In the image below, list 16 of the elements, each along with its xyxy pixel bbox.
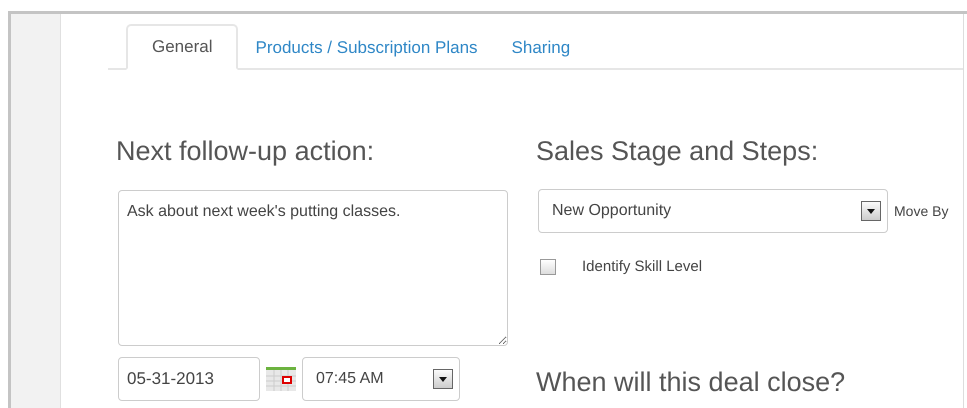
stage-select[interactable]: New Opportunity <box>538 189 888 233</box>
section-heading: Next follow-up action: <box>116 136 376 168</box>
date-field[interactable]: 05-31-2013 <box>118 357 260 401</box>
checkbox-label: Identify Skill Level <box>582 258 702 275</box>
caret-icon[interactable] <box>867 208 875 214</box>
calendar-icon[interactable] <box>266 367 296 391</box>
section-heading: When will this deal close? <box>536 367 846 399</box>
time-select[interactable]: 07:45 AM <box>302 357 460 401</box>
tab[interactable]: General <box>126 24 238 70</box>
caret-icon[interactable] <box>439 376 447 382</box>
checkbox[interactable] <box>540 258 556 274</box>
section-heading: Sales Stage and Steps: <box>536 136 820 168</box>
move-by-label: Move By <box>894 203 948 219</box>
follow-up-textarea[interactable]: Ask about next week's putting classes. <box>118 190 508 346</box>
tab[interactable]: Sharing <box>494 26 588 70</box>
tab[interactable]: Products / Subscription Plans <box>238 26 495 70</box>
